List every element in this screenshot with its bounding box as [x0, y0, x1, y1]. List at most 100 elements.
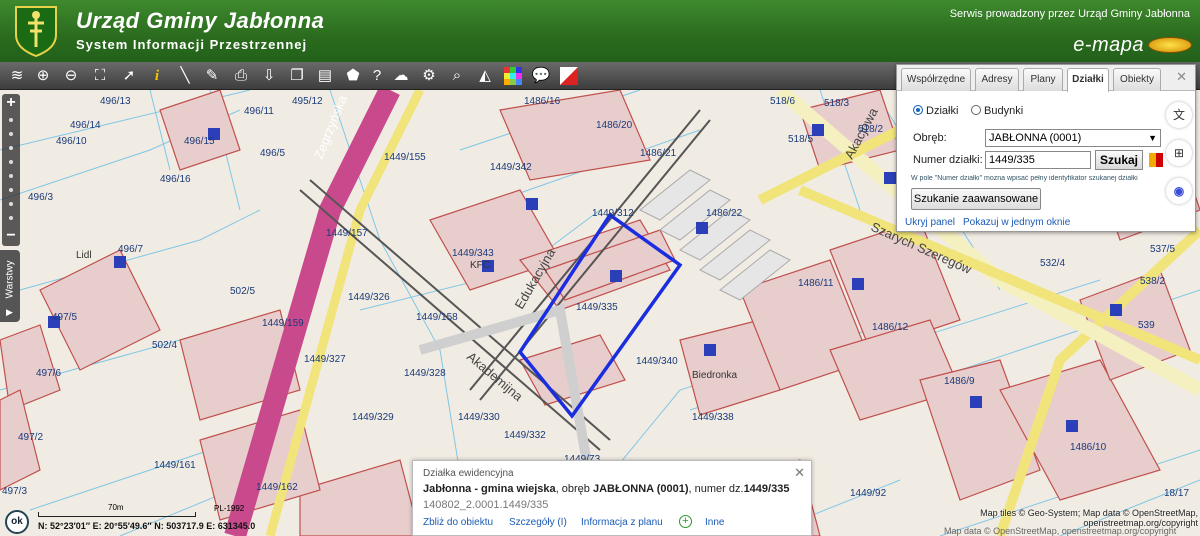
- parcel-label: 518/3: [824, 98, 849, 109]
- radio-budynki-label: Budynki: [984, 105, 1024, 117]
- hide-panel-link[interactable]: Ukryj panel: [905, 217, 955, 228]
- building-marker: [610, 270, 622, 282]
- parcel-label: 1449/158: [416, 312, 458, 323]
- zoom-out-icon[interactable]: ⊖: [60, 64, 82, 88]
- parcel-identifier: 140802_2.0001.1449/335: [423, 499, 549, 511]
- search-button[interactable]: Szukaj: [1095, 150, 1143, 170]
- copy-icon[interactable]: ❐: [286, 64, 308, 88]
- layers-icon[interactable]: ≋: [6, 64, 28, 88]
- translate-icon[interactable]: 文: [1166, 102, 1192, 128]
- parcel-label: 18/17: [1164, 488, 1189, 499]
- download-icon[interactable]: ⇩: [258, 64, 280, 88]
- comment-icon[interactable]: 💬: [530, 64, 552, 88]
- info-obreb: JABŁONNA (0001): [592, 483, 689, 495]
- details-link[interactable]: Szczegóły (I): [509, 517, 567, 528]
- app-header: Urząd Gminy Jabłonna System Informacji P…: [0, 0, 1200, 62]
- highlight-color-swatch[interactable]: [1149, 153, 1163, 167]
- zoom-level-dot[interactable]: [9, 146, 13, 150]
- parcel-label: 496/14: [70, 120, 101, 131]
- zoom-out-button[interactable]: −: [2, 228, 20, 246]
- radio-budynki[interactable]: Budynki: [971, 105, 1023, 117]
- layers-tab[interactable]: Warstwy ▶: [0, 250, 20, 322]
- parcel-label: 496/5: [260, 148, 285, 159]
- plan-info-link[interactable]: Informacja z planu: [581, 517, 663, 528]
- shape-icon[interactable]: ⬟: [342, 64, 364, 88]
- building-marker: [852, 278, 864, 290]
- zoom-level-dot[interactable]: [9, 188, 13, 192]
- info-icon[interactable]: i: [146, 64, 168, 88]
- triangle-icon[interactable]: ◭: [474, 64, 496, 88]
- zoom-extent-icon[interactable]: ⛶: [89, 64, 111, 88]
- ok-button[interactable]: ok: [5, 510, 29, 534]
- tab-wspolrzedne[interactable]: Współrzędne: [901, 68, 971, 91]
- clear-icon[interactable]: [558, 64, 580, 88]
- parcel-label: 1486/21: [640, 148, 677, 159]
- parcel-label: 496/16: [160, 174, 191, 185]
- chevron-down-icon: ▼: [1148, 133, 1157, 143]
- parcel-label: 502/4: [152, 340, 177, 351]
- numer-dzialki-input[interactable]: 1449/335: [985, 151, 1091, 169]
- cloud-icon[interactable]: ☁: [390, 64, 412, 88]
- plus-icon[interactable]: +: [679, 515, 692, 528]
- radio-dzialki[interactable]: Działki: [913, 105, 958, 117]
- close-icon[interactable]: ✕: [1176, 69, 1187, 85]
- numer-label: Numer działki:: [913, 154, 983, 166]
- building-marker: [884, 172, 896, 184]
- parcel-label: 1449/157: [326, 228, 368, 239]
- apps-grid-icon[interactable]: ⊞: [1166, 140, 1192, 166]
- zoom-level-dot[interactable]: [9, 118, 13, 122]
- help-icon[interactable]: ?: [366, 64, 388, 88]
- building-marker: [970, 396, 982, 408]
- parcel-label: 497/6: [36, 368, 61, 379]
- parcel-label: 518/5: [788, 134, 813, 145]
- advanced-search-button[interactable]: Szukanie zaawansowane: [911, 188, 1041, 210]
- close-icon[interactable]: ✕: [794, 465, 805, 481]
- app-title: Urząd Gminy Jabłonna: [76, 8, 325, 33]
- crs-label[interactable]: PL-1992: [214, 504, 244, 513]
- one-window-link[interactable]: Pokazuj w jednym oknie: [963, 217, 1070, 228]
- parcel-label: 1449/332: [504, 430, 546, 441]
- zoom-level-dot[interactable]: [9, 202, 13, 206]
- zoom-in-button[interactable]: +: [2, 94, 20, 112]
- parcel-label: 1449/340: [636, 356, 678, 367]
- zoom-level-dot[interactable]: [9, 132, 13, 136]
- obreb-label: Obręb:: [913, 132, 947, 144]
- zoom-in-icon[interactable]: ⊕: [32, 64, 54, 88]
- assistant-icon[interactable]: ◉: [1166, 178, 1192, 204]
- tab-plany[interactable]: Plany: [1023, 68, 1063, 91]
- geo-system-logo: [1148, 37, 1192, 53]
- print-icon[interactable]: ⎙: [230, 64, 252, 88]
- building-marker: [526, 198, 538, 210]
- settings-icon[interactable]: ⚙: [418, 64, 440, 88]
- parcel-label: 496/3: [28, 192, 53, 203]
- measure-distance-icon[interactable]: ╲: [174, 64, 196, 88]
- tab-adresy[interactable]: Adresy: [975, 68, 1019, 91]
- parcel-label: 1486/22: [706, 208, 743, 219]
- zoom-slider[interactable]: + −: [2, 94, 20, 246]
- parcel-label: 497/3: [2, 486, 27, 497]
- coat-of-arms-logo[interactable]: [14, 5, 58, 57]
- zoom-level-dot[interactable]: [9, 174, 13, 178]
- parcel-label: 497/2: [18, 432, 43, 443]
- parcel-label: 1486/20: [596, 120, 633, 131]
- zoom-level-dot[interactable]: [9, 216, 13, 220]
- other-link[interactable]: Inne: [705, 517, 724, 528]
- zoom-level-dot[interactable]: [9, 160, 13, 164]
- tab-dzialki[interactable]: Działki: [1067, 68, 1109, 92]
- info-numer: 1449/335: [743, 483, 790, 495]
- measure-area-icon[interactable]: ✎: [201, 64, 223, 88]
- poi-label-biedronka: Biedronka: [692, 370, 737, 381]
- zoom-to-object-link[interactable]: Zbliż do obiektu: [423, 517, 493, 528]
- parcel-label: 502/5: [230, 286, 255, 297]
- color-grid-icon[interactable]: [502, 64, 524, 88]
- radio-unselected-icon: [971, 105, 981, 115]
- layout-icon[interactable]: ▤: [314, 64, 336, 88]
- parcel-label: 496/13: [100, 96, 131, 107]
- search-map-icon[interactable]: ⌕: [446, 64, 468, 88]
- pointer-icon[interactable]: ➚: [118, 64, 140, 88]
- radio-selected-icon: [913, 105, 923, 115]
- tab-obiekty[interactable]: Obiekty: [1113, 68, 1161, 91]
- app-subtitle: System Informacji Przestrzennej: [76, 37, 308, 52]
- parcel-label: 496/10: [56, 136, 87, 147]
- obreb-select[interactable]: JABŁONNA (0001) ▼: [985, 129, 1161, 147]
